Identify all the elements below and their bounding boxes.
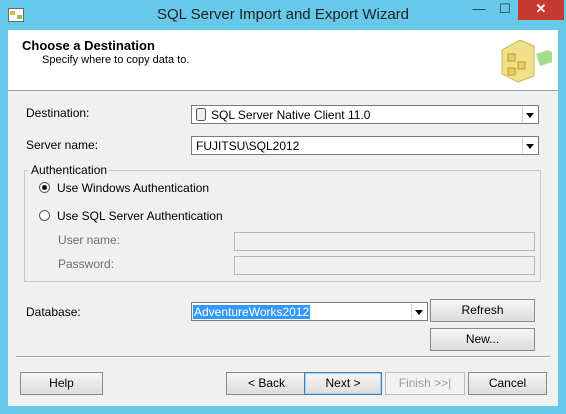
server-name-value[interactable]: FUJITSU\SQL2012	[196, 139, 299, 153]
authentication-group-label: Authentication	[29, 163, 110, 177]
refresh-button[interactable]: Refresh	[430, 299, 535, 322]
chevron-down-icon[interactable]	[411, 304, 426, 319]
wizard-window: SQL Server Import and Export Wizard — ☐ …	[0, 0, 566, 414]
help-button[interactable]: Help	[20, 372, 103, 395]
footer-separator	[16, 356, 550, 358]
password-field[interactable]	[234, 256, 535, 275]
sql-auth-label[interactable]: Use SQL Server Authentication	[57, 209, 223, 223]
user-name-label: User name:	[58, 233, 121, 247]
maximize-button[interactable]: ☐	[492, 0, 518, 20]
server-name-label: Server name:	[26, 138, 99, 152]
server-name-combobox[interactable]: FUJITSU\SQL2012	[191, 136, 539, 155]
database-provider-icon	[196, 108, 206, 121]
password-label: Password:	[58, 257, 115, 271]
new-database-button[interactable]: New...	[430, 328, 535, 351]
destination-dropdown[interactable]: SQL Server Native Client 11.0	[191, 105, 539, 124]
wizard-header: Choose a Destination Specify where to co…	[8, 30, 558, 91]
destination-label: Destination:	[26, 106, 90, 120]
cancel-button[interactable]: Cancel	[468, 372, 547, 395]
wizard-graphic-icon	[501, 39, 552, 83]
page-title: Choose a Destination	[22, 38, 155, 53]
chevron-down-icon[interactable]	[522, 138, 537, 153]
back-button[interactable]: < Back	[226, 372, 307, 395]
database-combobox[interactable]: AdventureWorks2012	[191, 302, 428, 321]
destination-value: SQL Server Native Client 11.0	[211, 108, 371, 122]
finish-button[interactable]: Finish >>|	[385, 372, 465, 395]
destination-value-wrap: SQL Server Native Client 11.0	[196, 108, 370, 122]
wizard-client-area: Choose a Destination Specify where to co…	[8, 30, 558, 406]
next-button[interactable]: Next >	[304, 372, 382, 395]
page-subtitle: Specify where to copy data to.	[42, 54, 190, 66]
title-bar[interactable]: SQL Server Import and Export Wizard — ☐ …	[0, 0, 566, 30]
user-name-field[interactable]	[234, 232, 535, 251]
chevron-down-icon[interactable]	[522, 107, 537, 122]
database-value[interactable]: AdventureWorks2012	[193, 305, 311, 319]
close-button[interactable]: ✕	[518, 0, 564, 20]
windows-auth-radio[interactable]	[39, 182, 50, 193]
sql-auth-radio[interactable]	[39, 210, 50, 221]
database-label: Database:	[26, 305, 81, 319]
windows-auth-label[interactable]: Use Windows Authentication	[57, 181, 209, 195]
database-value-selected: AdventureWorks2012	[193, 305, 311, 319]
minimize-button[interactable]: —	[466, 0, 492, 20]
